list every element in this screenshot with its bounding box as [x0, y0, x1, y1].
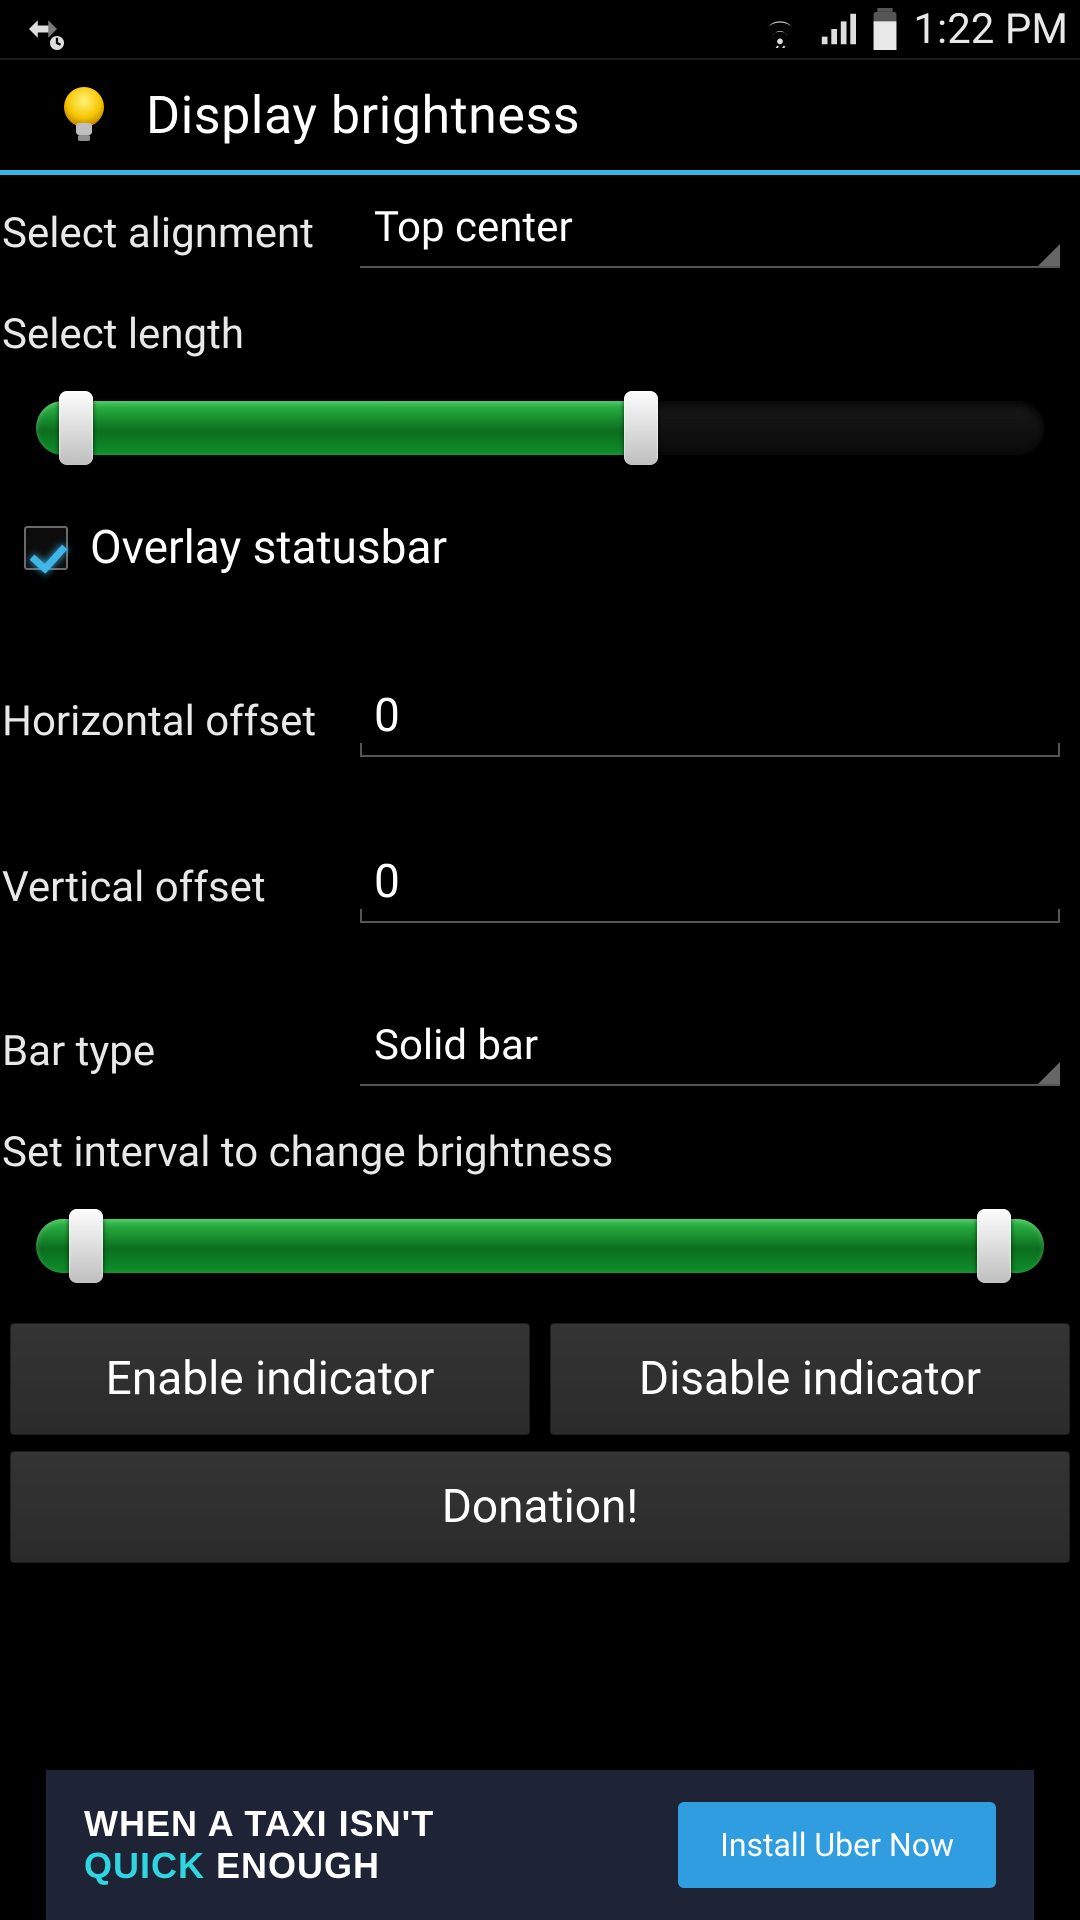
row-bartype: Bar type Solid bar	[0, 993, 1080, 1110]
overlay-checkbox[interactable]	[24, 526, 68, 570]
bartype-value: Solid bar	[374, 1021, 538, 1070]
bartype-spinner[interactable]: Solid bar	[360, 1017, 1060, 1086]
voffset-value: 0	[374, 855, 400, 909]
alignment-label: Select alignment	[0, 209, 360, 258]
voffset-input[interactable]: 0	[360, 851, 1060, 923]
donation-row: Donation!	[0, 1435, 1080, 1563]
row-alignment: Select alignment Top center	[0, 175, 1080, 292]
interval-slider[interactable]	[36, 1219, 1044, 1273]
ad-cta-button[interactable]: Install Uber Now	[678, 1802, 996, 1888]
length-slider[interactable]	[36, 401, 1044, 455]
bartype-label: Bar type	[0, 1027, 360, 1076]
indicator-buttons: Enable indicator Disable indicator	[0, 1301, 1080, 1435]
overlay-row[interactable]: Overlay statusbar	[0, 483, 1080, 615]
overlay-label: Overlay statusbar	[90, 521, 447, 575]
battery-icon	[871, 8, 899, 50]
wifi-icon	[757, 10, 803, 48]
length-label: Select length	[0, 292, 1080, 379]
hoffset-label: Horizontal offset	[0, 697, 360, 746]
ad-line1: WHEN A TAXI ISN'T	[84, 1803, 434, 1845]
ad-text: WHEN A TAXI ISN'T QUICK ENOUGH	[84, 1803, 434, 1887]
hoffset-input[interactable]: 0	[360, 685, 1060, 757]
page-title: Display brightness	[146, 85, 580, 146]
action-bar: Display brightness	[0, 58, 1080, 170]
sync-icon	[22, 8, 64, 50]
signal-icon	[817, 10, 857, 48]
row-hoffset: Horizontal offset 0	[0, 661, 1080, 781]
lightbulb-icon	[52, 83, 116, 147]
ad-enough: ENOUGH	[205, 1845, 380, 1886]
settings-content: Select alignment Top center Select lengt…	[0, 175, 1080, 1563]
alignment-value: Top center	[374, 203, 573, 252]
ad-quick: QUICK	[84, 1845, 205, 1886]
voffset-label: Vertical offset	[0, 863, 360, 912]
interval-label: Set interval to change brightness	[0, 1110, 1080, 1197]
donation-button[interactable]: Donation!	[10, 1451, 1070, 1563]
statusbar: 1:22 PM	[0, 0, 1080, 58]
hoffset-value: 0	[374, 689, 400, 743]
ad-banner[interactable]: WHEN A TAXI ISN'T QUICK ENOUGH Install U…	[46, 1770, 1034, 1920]
row-voffset: Vertical offset 0	[0, 827, 1080, 947]
clock: 1:22 PM	[913, 5, 1068, 54]
enable-indicator-button[interactable]: Enable indicator	[10, 1323, 530, 1435]
alignment-spinner[interactable]: Top center	[360, 199, 1060, 268]
disable-indicator-button[interactable]: Disable indicator	[550, 1323, 1070, 1435]
